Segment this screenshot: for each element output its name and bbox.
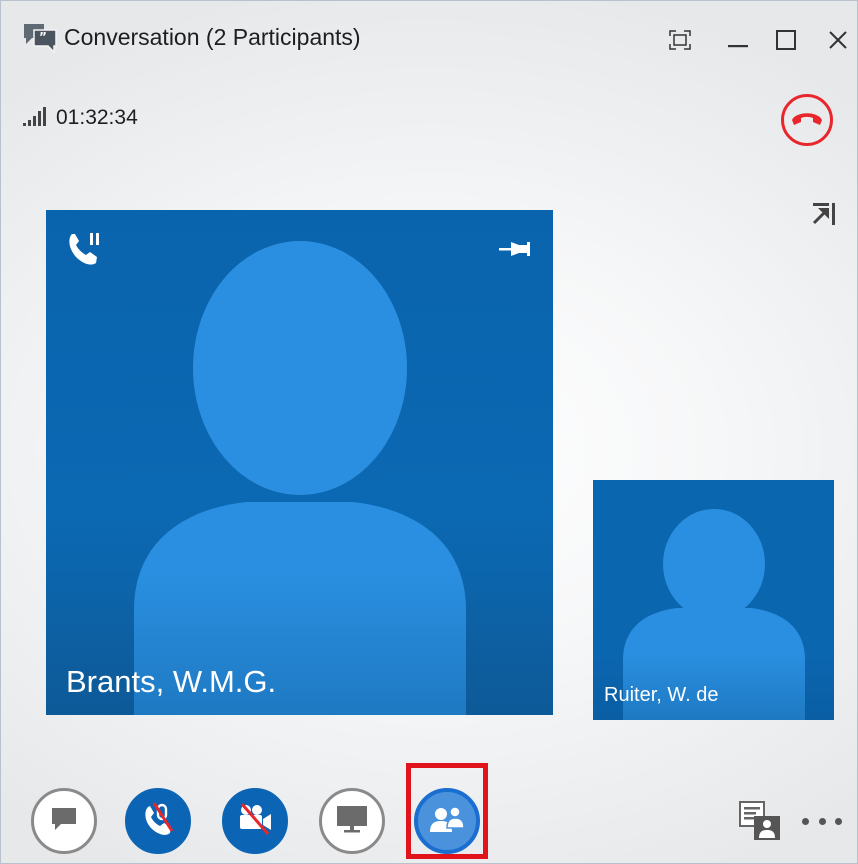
call-duration: 01:32:34: [56, 106, 138, 129]
conversation-pane-icon[interactable]: [738, 800, 782, 842]
pop-out-video-icon[interactable]: [810, 200, 838, 228]
video-off-icon: [236, 802, 274, 841]
title-bar: ” Conversation (2 Participants): [0, 0, 858, 80]
people-icon: [427, 804, 467, 839]
phone-muted-icon: [140, 801, 176, 842]
close-icon[interactable]: [818, 22, 858, 58]
more-dot: [818, 817, 826, 825]
hang-up-button[interactable]: [781, 94, 833, 146]
call-on-hold-icon: [66, 230, 106, 266]
conversation-bubble-icon: ”: [22, 22, 58, 54]
participants-button[interactable]: [414, 788, 480, 854]
participant-tile-secondary[interactable]: Ruiter, W. de: [593, 480, 834, 720]
monitor-icon: [335, 804, 369, 839]
hang-up-icon: [790, 108, 824, 133]
participant-name: Brants, W.M.G.: [66, 664, 277, 699]
present-button[interactable]: [319, 788, 385, 854]
audio-mute-button[interactable]: [125, 788, 191, 854]
svg-text:”: ”: [39, 30, 47, 44]
more-dot: [802, 817, 809, 825]
pin-icon[interactable]: [497, 238, 533, 260]
more-dot: [835, 817, 842, 825]
signal-strength-icon: [22, 106, 50, 128]
participant-name: Ruiter, W. de: [604, 684, 719, 706]
window-title: Conversation (2 Participants): [64, 24, 361, 50]
full-screen-icon[interactable]: [660, 22, 700, 58]
participant-tile-main[interactable]: Brants, W.M.G.: [46, 210, 553, 715]
maximize-icon[interactable]: [766, 22, 806, 58]
instant-message-button[interactable]: [31, 788, 97, 854]
video-button[interactable]: [222, 788, 288, 854]
minimize-icon[interactable]: [718, 22, 758, 58]
more-options-icon[interactable]: [802, 806, 842, 836]
chat-bubble-icon: [49, 805, 79, 838]
